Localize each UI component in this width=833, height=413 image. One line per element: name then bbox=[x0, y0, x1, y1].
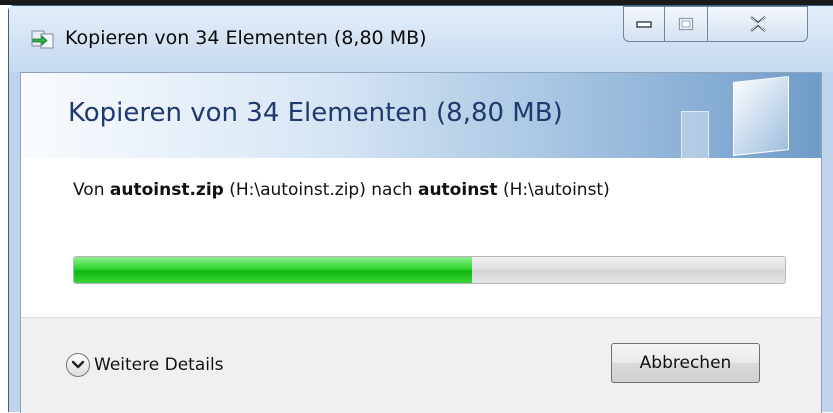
banner-decoration bbox=[733, 76, 789, 156]
title-bar[interactable]: Kopieren von 34 Elementen (8,80 MB) bbox=[9, 6, 833, 72]
progress-bar bbox=[73, 256, 786, 284]
close-button[interactable] bbox=[707, 6, 808, 42]
minimize-button[interactable] bbox=[623, 6, 665, 42]
maximize-icon bbox=[678, 17, 694, 31]
minimize-icon bbox=[636, 21, 652, 28]
dialog-footer: Weitere Details Abbrechen bbox=[21, 317, 821, 413]
to-label: nach bbox=[371, 180, 413, 200]
copy-dialog: Kopieren von 34 Elementen (8,80 MB) Kopi… bbox=[8, 5, 833, 413]
header-banner: Kopieren von 34 Elementen (8,80 MB) bbox=[21, 73, 821, 158]
copy-icon bbox=[31, 30, 54, 49]
chevron-down-icon bbox=[66, 353, 90, 377]
source-name: autoinst.zip bbox=[109, 180, 224, 200]
close-icon bbox=[749, 16, 766, 32]
destination-name: autoinst bbox=[417, 180, 498, 200]
transfer-description: Von autoinst.zip (H:\autoinst.zip) nach … bbox=[73, 180, 610, 200]
destination-path: (H:\autoinst) bbox=[502, 180, 610, 200]
progress-fill bbox=[74, 257, 473, 283]
window-title: Kopieren von 34 Elementen (8,80 MB) bbox=[65, 27, 427, 49]
dialog-content: Kopieren von 34 Elementen (8,80 MB) Von … bbox=[20, 72, 822, 413]
cancel-button[interactable]: Abbrechen bbox=[611, 343, 760, 383]
more-details-toggle[interactable]: Weitere Details bbox=[66, 350, 224, 380]
more-details-label: Weitere Details bbox=[94, 355, 224, 375]
page-title: Kopieren von 34 Elementen (8,80 MB) bbox=[68, 98, 563, 128]
banner-decoration bbox=[681, 111, 709, 158]
source-path: (H:\autoinst.zip) bbox=[229, 180, 366, 200]
maximize-button[interactable] bbox=[664, 6, 708, 42]
from-label: Von bbox=[73, 180, 105, 200]
